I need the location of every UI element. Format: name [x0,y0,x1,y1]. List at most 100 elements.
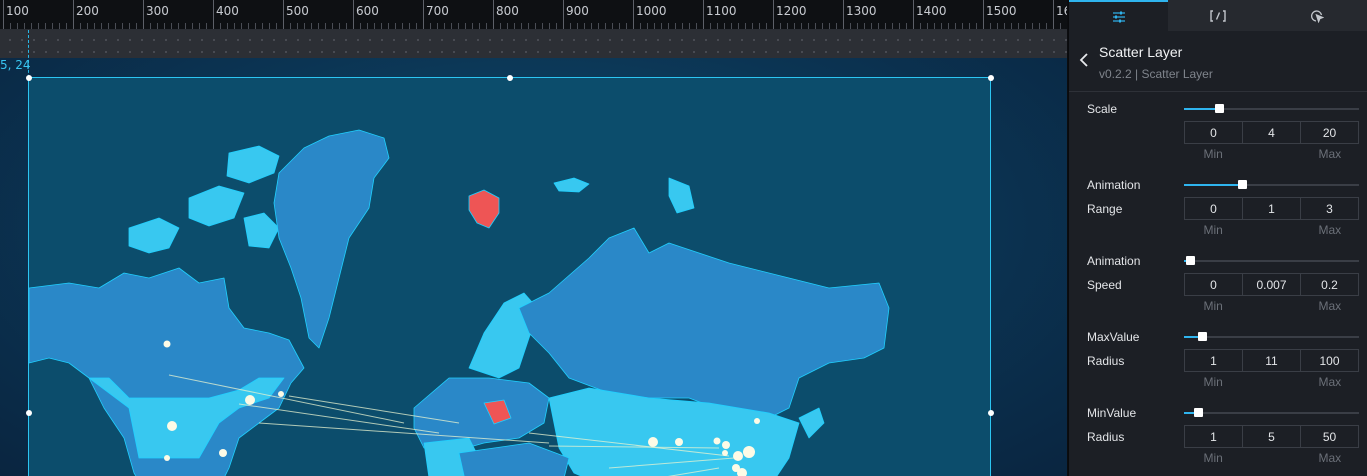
resize-handle-top-left[interactable] [26,75,32,81]
ruler-minor-tick [59,23,60,29]
land-masses [29,129,890,476]
ruler-minor-tick [94,23,95,29]
editor-canvas[interactable]: 100 200 300 400 500 600 700 800 900 1000 1100 1200 1… [0,0,1067,476]
ruler-minor-tick [1011,23,1012,29]
max-input[interactable]: 3 [1301,198,1358,219]
chevron-left-icon[interactable] [1077,51,1091,69]
ruler-minor-tick [976,23,977,29]
slider-thumb[interactable] [1186,256,1196,265]
ruler-tick [773,0,774,29]
min-caption: Min [1203,375,1223,389]
ruler-minor-tick [416,23,417,29]
property-slider[interactable] [1184,180,1359,189]
ruler-tick [423,0,424,29]
value-input[interactable]: 0.007 [1243,274,1301,295]
max-input[interactable]: 100 [1301,350,1358,371]
ruler-minor-tick [122,23,123,29]
ruler-minor-tick [45,23,46,29]
range-captions: Min Max [1184,147,1359,161]
ruler-tick-label: 1500 [986,4,1017,18]
tab-settings[interactable] [1069,0,1169,31]
scatter-point [722,441,730,449]
ruler-minor-tick [136,23,137,29]
land-severnaya [668,177,695,214]
max-input[interactable]: 0.2 [1301,274,1358,295]
ruler-minor-tick [514,23,515,29]
min-input[interactable]: 1 [1185,426,1243,447]
ruler-minor-tick [990,23,991,29]
slider-thumb[interactable] [1197,332,1207,341]
ruler-minor-tick [885,23,886,29]
slider-thumb[interactable] [1215,104,1224,113]
property-slider[interactable] [1184,104,1359,113]
ruler-minor-tick [850,23,851,29]
ruler-minor-tick [255,23,256,29]
ruler-minor-tick [234,23,235,29]
ruler-minor-tick [528,23,529,29]
ruler-tick [213,0,214,29]
slider-thumb[interactable] [1237,180,1247,189]
tab-interaction[interactable] [1268,0,1367,31]
ruler-minor-tick [381,23,382,29]
ruler-tick [633,0,634,29]
land-arctic-island [188,185,245,227]
ruler-minor-tick [192,23,193,29]
ruler-minor-tick [304,23,305,29]
value-input[interactable]: 4 [1243,122,1301,143]
max-input[interactable]: 50 [1301,426,1358,447]
ruler-minor-tick [752,23,753,29]
land-svalbard [468,189,500,229]
ruler-tick [983,0,984,29]
ruler-minor-tick [892,23,893,29]
ruler-tick-label: 1100 [706,4,737,18]
slider-thumb[interactable] [1194,408,1203,417]
ruler-minor-tick [409,23,410,29]
ruler-minor-tick [290,23,291,29]
selected-scatter-layer[interactable] [26,75,994,476]
scatter-point [733,451,743,461]
ruler-minor-tick [738,23,739,29]
ruler-minor-tick [570,23,571,29]
ruler-minor-tick [437,23,438,29]
range-inputs: 1 5 50 [1184,425,1359,448]
scatter-point [164,455,170,461]
min-input[interactable]: 0 [1185,198,1243,219]
max-input[interactable]: 20 [1301,122,1358,143]
property-slider[interactable] [1184,256,1359,265]
value-input[interactable]: 5 [1243,426,1301,447]
value-input[interactable]: 1 [1243,198,1301,219]
ruler-minor-tick [164,23,165,29]
ruler-tick [3,0,4,29]
property-slider[interactable] [1184,332,1359,341]
ruler-minor-tick [486,23,487,29]
ruler-minor-tick [745,23,746,29]
resize-handle-middle-right[interactable] [988,410,994,416]
ruler-minor-tick [10,23,11,29]
ruler-minor-tick [521,23,522,29]
ruler-minor-tick [346,23,347,29]
resize-handle-top-center[interactable] [507,75,513,81]
range-inputs: 0 4 20 [1184,121,1359,144]
min-input[interactable]: 1 [1185,350,1243,371]
ruler-minor-tick [731,23,732,29]
ruler-minor-tick [619,23,620,29]
ruler-minor-tick [1032,23,1033,29]
min-input[interactable]: 0 [1185,122,1243,143]
tab-data[interactable] [1168,0,1267,31]
ruler-minor-tick [577,23,578,29]
min-caption: Min [1203,147,1223,161]
min-input[interactable]: 0 [1185,274,1243,295]
value-input[interactable]: 11 [1243,350,1301,371]
ruler-minor-tick [465,23,466,29]
ruler-minor-tick [626,23,627,29]
resize-handle-top-right[interactable] [988,75,994,81]
ruler-minor-tick [1039,23,1040,29]
property-slider[interactable] [1184,408,1359,417]
min-caption: Min [1203,299,1223,313]
ruler-tick-label: 800 [496,4,519,18]
scatter-point [219,449,227,457]
resize-handle-middle-left[interactable] [26,410,32,416]
ruler-minor-tick [38,23,39,29]
scatter-point [675,438,683,446]
ruler-minor-tick [878,23,879,29]
